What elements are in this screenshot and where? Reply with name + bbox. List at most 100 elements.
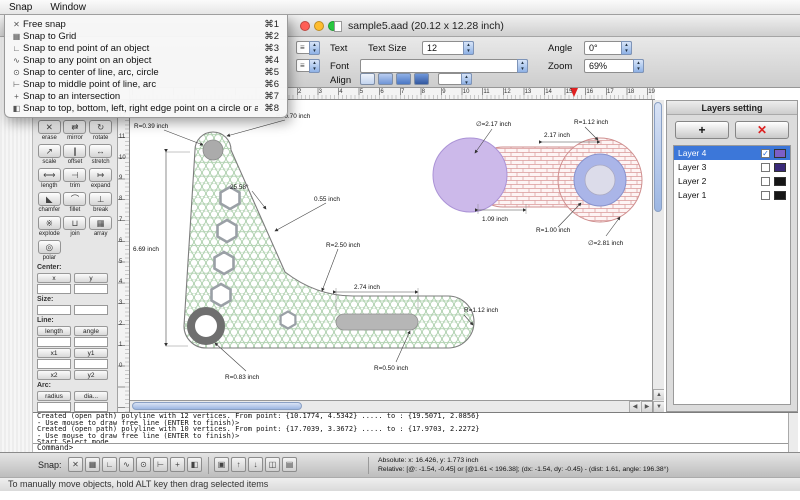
mirror-tool-button[interactable]: ⇄ [63,120,87,134]
line-length-input[interactable] [37,337,71,347]
font-combo[interactable]: ▲ ▼ [360,59,528,73]
layout-grid-button[interactable]: ▤ [282,457,297,472]
zoom-combo[interactable]: 69% ▲ ▼ [584,59,644,73]
scroll-left-button[interactable]: ◀ [629,401,640,412]
offset-tool-button[interactable]: ∥ [63,144,87,158]
layer-row[interactable]: Layer 1 [674,188,790,202]
line-style-stepper[interactable]: ≡ ▲ ▼ [296,41,320,55]
chip-y[interactable]: y [74,273,108,283]
expand-tool-button[interactable]: ↦ [89,168,113,182]
chip-y1[interactable]: y1 [74,348,108,358]
length-tool-button[interactable]: ⟷ [37,168,61,182]
horizontal-scrollbar[interactable]: ◀ ▶ [130,400,652,412]
align-option-2[interactable] [378,73,393,85]
layer-row[interactable]: Layer 3 [674,160,790,174]
snap-middle-toggle[interactable]: ⊢ [153,457,168,472]
stepper-arrows-icon[interactable]: ▲ ▼ [309,59,320,73]
free-snap-toggle[interactable]: ✕ [68,457,83,472]
drawing-area[interactable]: R=0.39 inch R=0.70 inch 25.58° 0.55 inch… [130,100,652,400]
break-tool-button[interactable]: ⊥ [89,192,113,206]
align-option-1[interactable] [360,73,375,85]
layer-visibility-checkbox[interactable] [761,162,770,172]
move-up-button[interactable]: ↑ [231,457,246,472]
layer-visibility-checkbox[interactable] [761,190,770,200]
menu-item-snap-intersection[interactable]: + Snap to an intersection ⌘7 [5,90,287,102]
console-scrollbar[interactable] [788,413,798,453]
trim-tool-button[interactable]: ⊣ [63,168,87,182]
menu-item-snap-to-grid[interactable]: ▦ Snap to Grid ⌘2 [5,30,287,42]
line-angle-input[interactable] [74,337,108,347]
close-window-button[interactable] [300,21,310,31]
fillet-tool-button[interactable]: ⌒ [63,192,87,206]
layout-split-button[interactable]: ◫ [265,457,280,472]
layer-color-swatch[interactable] [774,190,786,200]
chip-x2[interactable]: x2 [37,370,71,380]
align-option-3[interactable] [396,73,411,85]
menu-window[interactable]: Window [41,0,95,15]
delete-layer-button[interactable]: ✕ [735,121,789,139]
align-option-4[interactable] [414,73,429,85]
size-h-input[interactable] [74,305,108,315]
command-prompt[interactable]: Command> [33,443,788,452]
stepper-arrows-icon[interactable]: ▲ ▼ [309,41,320,55]
line-y1-input[interactable] [74,359,108,369]
menu-item-free-snap[interactable]: ✕ Free snap ⌘1 [5,18,287,30]
layer-visibility-checkbox[interactable] [761,176,770,186]
menu-item-snap-edge[interactable]: ◧ Snap to top, bottom, left, right edge p… [5,102,287,114]
text-size-combo[interactable]: 12 ▲ ▼ [422,41,474,55]
stepper-arrows-icon[interactable]: ▲ ▼ [517,59,528,73]
layer-color-swatch[interactable] [774,176,786,186]
lock-button[interactable]: ▣ [214,457,229,472]
arc-radius-input[interactable] [37,402,71,412]
array-tool-button[interactable]: ▦ [89,216,113,230]
scale-tool-button[interactable]: ↗ [37,144,61,158]
layer-visibility-checkbox[interactable]: ✓ [761,148,770,158]
menu-item-snap-center[interactable]: ⊙ Snap to center of line, arc, circle ⌘5 [5,66,287,78]
scroll-right-button[interactable]: ▶ [641,401,652,412]
hscroll-thumb[interactable] [132,402,302,410]
snap-intersection-toggle[interactable]: + [170,457,185,472]
scroll-up-button[interactable]: ▲ [653,389,664,400]
menu-item-snap-middle[interactable]: ⊢ Snap to middle point of line, arc ⌘6 [5,78,287,90]
arc-dia-input[interactable] [74,402,108,412]
line-weight-stepper[interactable]: ≡ ▲ ▼ [296,59,320,73]
command-console[interactable]: Created (open path) polyline with 12 ver… [33,412,798,453]
stretch-tool-button[interactable]: ↔ [89,144,113,158]
chamfer-tool-button[interactable]: ◣ [37,192,61,206]
minimize-window-button[interactable] [314,21,324,31]
add-layer-button[interactable]: + [675,121,729,139]
vertical-scrollbar[interactable]: ▲ ▼ [652,100,664,412]
join-tool-button[interactable]: ⊔ [63,216,87,230]
snap-grid-toggle[interactable]: ▦ [85,457,100,472]
chip-length[interactable]: length [37,326,71,336]
chip-x1[interactable]: x1 [37,348,71,358]
angle-field[interactable]: 0° ▲ ▼ [584,41,632,55]
chip-y2[interactable]: y2 [74,370,108,380]
layer-row[interactable]: Layer 2 [674,174,790,188]
rotate-tool-button[interactable]: ↻ [89,120,113,134]
scroll-down-button[interactable]: ▼ [653,401,664,412]
menu-item-snap-endpoint[interactable]: ∟ Snap to end point of an object ⌘3 [5,42,287,54]
menu-item-snap-any-point[interactable]: ∿ Snap to any point on an object ⌘4 [5,54,287,66]
snap-any-point-toggle[interactable]: ∿ [119,457,134,472]
center-x-input[interactable] [37,284,71,294]
center-y-input[interactable] [74,284,108,294]
chip-x[interactable]: x [37,273,71,283]
line-x1-input[interactable] [37,359,71,369]
polar-tool-button[interactable]: ◎ [37,240,61,254]
snap-center-toggle[interactable]: ⊙ [136,457,151,472]
align-combo[interactable]: ▲ ▼ [438,73,472,85]
erase-tool-button[interactable]: ✕ [37,120,61,134]
snap-edge-toggle[interactable]: ◧ [187,457,202,472]
move-down-button[interactable]: ↓ [248,457,263,472]
chip-radius[interactable]: radius [37,391,71,401]
stepper-arrows-icon[interactable]: ▲ ▼ [463,41,474,55]
explode-tool-button[interactable]: ※ [37,216,61,230]
layer-color-swatch[interactable] [774,162,786,172]
chip-dia[interactable]: dia... [74,391,108,401]
stepper-arrows-icon[interactable]: ▲ ▼ [633,59,644,73]
snap-endpoint-toggle[interactable]: ∟ [102,457,117,472]
chip-angle[interactable]: angle [74,326,108,336]
layer-row[interactable]: Layer 4 ✓ [674,146,790,160]
stepper-arrows-icon[interactable]: ▲ ▼ [621,41,632,55]
